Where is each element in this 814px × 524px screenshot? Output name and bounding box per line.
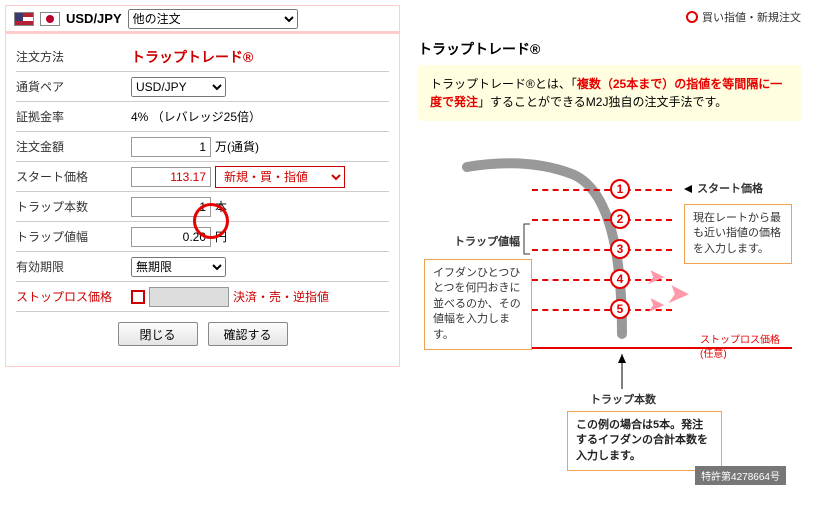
label-expiry: 有効期限 — [16, 258, 131, 275]
label-count: トラップ本数 — [16, 198, 131, 215]
pair-select[interactable]: USD/JPY — [131, 77, 226, 97]
arrow-left-icon — [684, 185, 692, 193]
label-start: スタート価格 — [16, 168, 131, 185]
pair-label: USD/JPY — [66, 11, 122, 26]
legend: 買い指値・新規注文 — [412, 5, 807, 29]
step-circle-5: 5 — [610, 299, 630, 319]
width-note-box: イフダンひとつひとつを何円おきに並べるのか、その値幅を入力します。 — [424, 259, 532, 350]
start-price-input[interactable] — [131, 167, 211, 187]
label-stoploss: ストップロス価格 — [16, 288, 131, 305]
confirm-button[interactable]: 確認する — [208, 322, 288, 346]
label-width: トラップ値幅 — [16, 228, 131, 245]
count-label: トラップ本数 — [590, 391, 656, 407]
order-form-panel: USD/JPY 他の注文 注文方法 トラップトレード® 通貨ペア USD/JPY… — [5, 5, 400, 367]
patent-badge: 特許第4278664号 — [695, 466, 786, 485]
label-amount: 注文金額 — [16, 138, 131, 155]
count-unit: 本 — [215, 198, 227, 215]
step-circle-1: 1 — [610, 179, 630, 199]
expiry-select[interactable]: 無期限 — [131, 257, 226, 277]
stoploss-input[interactable] — [149, 287, 229, 307]
label-method: 注文方法 — [16, 48, 131, 65]
amount-input[interactable] — [131, 137, 211, 157]
form-area: 注文方法 トラップトレード® 通貨ペア USD/JPY 証拠金率 4% （レバレ… — [6, 34, 399, 366]
start-label: スタート価格 — [684, 182, 763, 197]
explanation-panel: 買い指値・新規注文 トラップトレード® トラップトレード®とは、「複数（25本ま… — [412, 5, 807, 489]
flag-jp-icon — [40, 12, 60, 26]
legend-text: 買い指値・新規注文 — [702, 9, 801, 25]
order-method-title: トラップトレード® — [131, 47, 253, 67]
width-label: トラップ値幅 — [454, 233, 520, 249]
label-margin: 証拠金率 — [16, 108, 131, 125]
label-pair: 通貨ペア — [16, 78, 131, 95]
legend-ring-icon — [686, 11, 698, 23]
diagram: 1 2 3 4 5 ➤ ➤ ➤ ストップロス価格(任意) スタート価格 現在レー… — [412, 129, 792, 489]
stoploss-checkbox[interactable] — [131, 290, 145, 304]
step-circle-2: 2 — [610, 209, 630, 229]
explain-box: トラップトレード®とは、「複数（25本まで）の指値を等間隔に一度で発注」すること… — [418, 65, 801, 121]
right-title: トラップトレード® — [412, 29, 807, 65]
trap-count-input[interactable] — [131, 197, 211, 217]
width-unit: 円 — [215, 228, 227, 245]
close-button[interactable]: 閉じる — [118, 322, 198, 346]
stoploss-kind: 決済・売・逆指値 — [233, 288, 329, 305]
step-circle-4: 4 — [610, 269, 630, 289]
amount-unit: 万(通貨) — [215, 138, 259, 155]
order-kind-select[interactable]: 新規・買・指値 — [215, 166, 345, 188]
step-circle-3: 3 — [610, 239, 630, 259]
margin-value: 4% （レバレッジ25倍） — [131, 108, 261, 125]
start-note-box: 現在レートから最も近い指値の価格を入力します。 — [684, 204, 792, 264]
other-orders-select[interactable]: 他の注文 — [128, 9, 298, 29]
trap-width-input[interactable] — [131, 227, 211, 247]
count-note-box: この例の場合は5本。発注するイフダンの合計本数を入力します。 — [567, 411, 722, 471]
sl-label: ストップロス価格(任意) — [700, 334, 792, 362]
flag-us-icon — [14, 12, 34, 26]
panel-header: USD/JPY 他の注文 — [6, 6, 399, 32]
